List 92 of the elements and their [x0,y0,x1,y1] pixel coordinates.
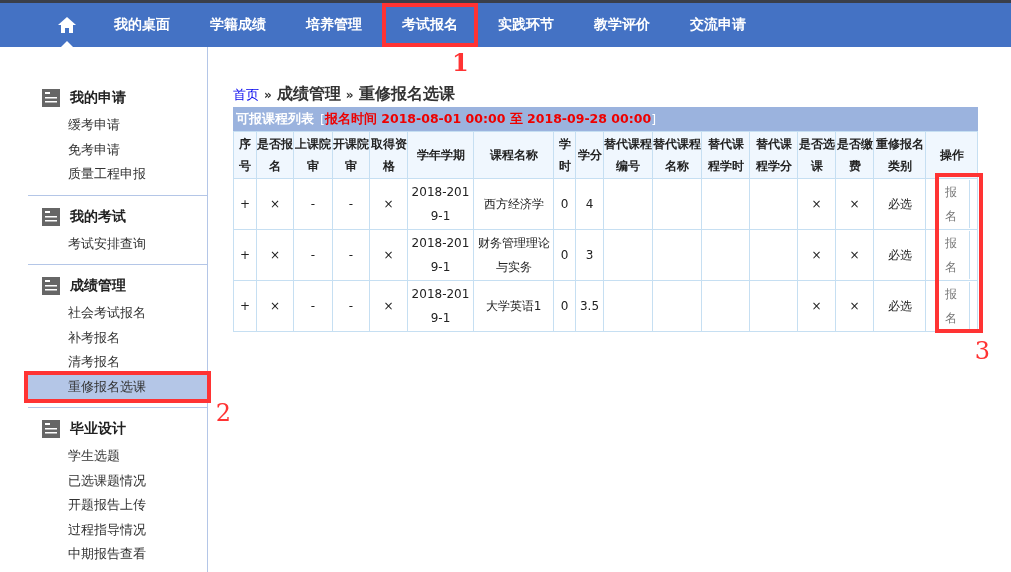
sidebar-item[interactable]: 过程指导情况 [28,517,207,542]
table-cell-text: × [811,247,822,264]
table-title: 可报课程列表 [236,110,314,128]
sidebar-item[interactable]: 中期报告查看 [28,542,207,567]
table-cell-text: 西方经济学 [483,196,544,213]
sidebar-item[interactable]: 补考报名 [28,325,207,350]
table-cell-text: 3.5 [579,298,600,315]
table-cell-text: 4 [585,196,594,213]
bracket: [ [320,111,325,127]
nav-tab[interactable]: 我的桌面 [94,3,190,47]
document-list-icon [42,277,60,295]
table-cell-text: × [383,196,394,213]
table-cell-text: 2018-2019-1 [410,184,471,225]
table-cell-text: × [383,298,394,315]
annotation-number: 3 [974,339,990,363]
column-header: 是否选课 [797,131,836,179]
table-cell-text: 2018-2019-1 [410,235,471,276]
column-header: 课程名称 [473,131,554,179]
annotation-number: 1 [452,51,469,75]
nav-tab[interactable]: 培养管理 [286,3,382,47]
table-cell-text: × [849,247,860,264]
section-title: 我的申请 [70,89,126,107]
table-cell-text: 0 [560,247,569,264]
breadcrumb-separator: » [264,88,272,102]
table-cell-text: 2018-2019-1 [410,286,471,327]
table-cell-text: 必选 [887,247,912,264]
selection-pointer-icon [61,41,73,47]
column-header: 是否报名 [256,131,294,179]
annotation-number: 2 [215,400,231,425]
registration-period: 报名时间 2018-08-01 00:00 至 2018-09-28 00:00 [324,110,652,128]
section-title: 毕业设计 [70,420,126,438]
document-list-icon [42,420,60,438]
table-cell-text: × [383,247,394,264]
home-link[interactable]: 首页 [233,87,259,104]
table-cell-text: - [310,298,316,315]
sidebar-item[interactable]: 缓考申请 [28,113,207,138]
table-cell-text: 3 [585,247,594,264]
table-cell-text: + [239,298,251,315]
column-header: 替代课程编号 [603,131,653,179]
table-cell-text: + [239,196,251,213]
section-title: 我的考试 [70,207,126,226]
table-cell-text: - [348,298,354,315]
document-list-icon [42,207,60,226]
column-header: 替代课程学分 [749,131,798,179]
column-header: 取得资格 [369,131,408,179]
table-cell-text: 财务管理理论与实务 [476,235,551,276]
table-cell-text: 必选 [887,196,912,213]
table-cell-text: × [849,196,860,213]
sidebar-item[interactable]: 清考报名 [28,350,207,375]
table-cell-text: - [310,196,316,213]
sidebar-item[interactable]: 免考申请 [28,137,207,162]
column-header: 替代课程名称 [652,131,702,179]
nav-tab[interactable]: 实践环节 [478,3,574,47]
column-header: 学分 [575,131,604,179]
column-header: 是否缴费 [835,131,874,179]
home-icon [58,17,76,33]
table-cell-text: + [239,247,251,264]
column-header: 序号 [233,131,257,179]
table-cell-text: × [811,298,822,315]
column-header: 替代课程学时 [701,131,750,179]
sidebar-item[interactable]: 已选课题情况 [28,468,207,493]
sidebar-item[interactable]: 考试安排查询 [28,231,207,256]
table-cell-text: - [310,247,316,264]
table-cell-text: × [269,298,281,315]
table-cell-text: × [269,247,281,264]
table-cell-text: × [849,298,860,315]
table-cell-text: × [269,196,281,213]
table-cell-text: 0 [560,298,569,315]
breadcrumb-separator: » [345,88,354,102]
column-header: 学时 [553,131,576,179]
nav-tab[interactable]: 交流申请 [670,3,766,47]
sidebar-item[interactable]: 学生选题 [28,444,207,469]
nav-tab[interactable]: 教学评价 [574,3,670,47]
sidebar-item[interactable]: 质量工程申报 [28,162,207,187]
table-cell-text: × [811,196,822,213]
column-header: 重修报名类别 [873,131,926,179]
nav-tab[interactable]: 学籍成绩 [190,3,286,47]
column-header: 学年学期 [407,131,474,179]
table-cell-text: 0 [560,196,569,213]
sidebar-item[interactable]: 社会考试报名 [28,301,207,326]
table-cell-text: 大学英语1 [485,298,542,315]
bracket: ] [651,111,657,127]
document-list-icon [42,89,60,107]
breadcrumb-item: 重修报名选课 [358,84,455,105]
column-header: 上课院审 [293,131,333,179]
breadcrumb-item: 成绩管理 [276,84,341,105]
section-title: 成绩管理 [70,277,126,295]
table-cell-text: - [348,247,354,264]
table-cell-text: - [348,196,354,213]
column-header: 开课院审 [332,131,370,179]
table-cell-text: 必选 [887,298,912,315]
sidebar-item[interactable]: 开题报告上传 [28,493,207,518]
